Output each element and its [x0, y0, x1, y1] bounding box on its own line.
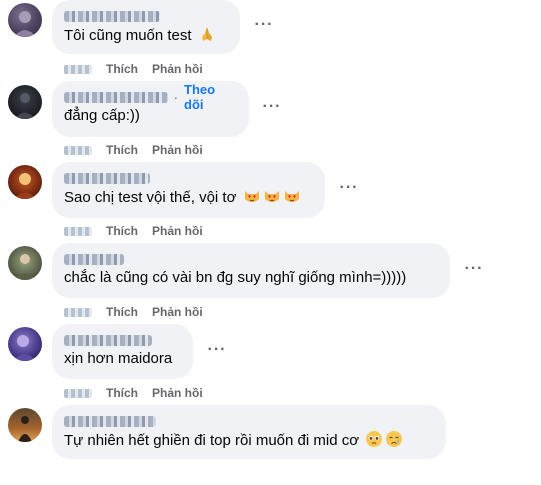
- author-name-blurred[interactable]: [64, 253, 124, 265]
- more-options-button[interactable]: ···: [258, 96, 286, 124]
- comment-text: xịn hơn maidora: [64, 350, 173, 367]
- like-link[interactable]: Thích: [106, 305, 138, 319]
- comment-item: chắc là cũng có vài bn đg suy nghĩ giống…: [0, 243, 541, 323]
- crying-face-icon: [385, 430, 403, 454]
- avatar-image: [14, 254, 36, 280]
- comment-item: xịn hơn maidora ··· Thích Phản hồi: [0, 324, 541, 404]
- heart-eyes-cat-icon: [283, 187, 301, 211]
- author-name-blurred[interactable]: [64, 91, 168, 103]
- avatar[interactable]: [8, 3, 42, 37]
- timestamp-blurred[interactable]: [64, 307, 92, 317]
- avatar[interactable]: [8, 327, 42, 361]
- avatar[interactable]: [8, 408, 42, 442]
- author-name-blurred[interactable]: [64, 10, 160, 22]
- avatar[interactable]: [8, 246, 42, 280]
- more-options-button[interactable]: ···: [460, 258, 488, 286]
- like-link[interactable]: Thích: [106, 62, 138, 76]
- author-line: [64, 250, 438, 268]
- author-name-blurred[interactable]: [64, 172, 150, 184]
- avatar-image: [14, 11, 36, 37]
- timestamp-blurred[interactable]: [64, 64, 92, 74]
- comment-actions: Thích Phản hồi: [64, 223, 203, 239]
- comment-bubble: Tôi cũng muốn test: [52, 0, 240, 54]
- like-link[interactable]: Thích: [106, 143, 138, 157]
- timestamp-blurred[interactable]: [64, 388, 92, 398]
- comment-text: chắc là cũng có vài bn đg suy nghĩ giống…: [64, 269, 407, 286]
- comment-bubble: · Theo dõi đẳng cấp:)): [52, 81, 249, 137]
- avatar-image: [18, 416, 32, 442]
- folded-hands-icon: [198, 25, 216, 49]
- avatar-image: [15, 93, 35, 119]
- comment-text-line: Sao chị test vội thế, vội tơ: [64, 187, 313, 211]
- reply-link[interactable]: Phản hồi: [152, 224, 203, 238]
- comment-text: Tự nhiên hết ghiền đi top rồi muốn đi mi…: [64, 432, 360, 449]
- author-line: · Theo dõi: [64, 82, 237, 112]
- comment-actions: Thích Phản hồi: [64, 304, 203, 320]
- reply-link[interactable]: Phản hồi: [152, 62, 203, 76]
- comment-actions: Thích Phản hồi: [64, 385, 203, 401]
- reply-link[interactable]: Phản hồi: [152, 143, 203, 157]
- comment-bubble: Tự nhiên hết ghiền đi top rồi muốn đi mi…: [52, 405, 446, 459]
- comment-text: Sao chị test vội thế, vội tơ: [64, 189, 237, 206]
- comment-actions: Thích Phản hồi: [64, 142, 203, 158]
- pleading-face-icon: [365, 430, 383, 454]
- author-line: [64, 169, 313, 187]
- comment-item: · Theo dõi đẳng cấp:)) ··· Thích Phản hồ…: [0, 81, 541, 161]
- more-options-button[interactable]: ···: [335, 177, 363, 205]
- reply-link[interactable]: Phản hồi: [152, 305, 203, 319]
- comment-bubble: Sao chị test vội thế, vội tơ: [52, 162, 325, 218]
- timestamp-blurred[interactable]: [64, 226, 92, 236]
- comment-item: Tự nhiên hết ghiền đi top rồi muốn đi mi…: [0, 405, 541, 485]
- author-name-blurred[interactable]: [64, 415, 156, 427]
- avatar[interactable]: [8, 85, 42, 119]
- more-options-button[interactable]: ···: [203, 339, 231, 367]
- comment-bubble: chắc là cũng có vài bn đg suy nghĩ giống…: [52, 243, 450, 298]
- heart-eyes-cat-icon: [243, 187, 261, 211]
- comment-bubble: xịn hơn maidora: [52, 324, 193, 379]
- avatar-image: [14, 335, 36, 361]
- more-options-button[interactable]: ···: [250, 14, 278, 42]
- follow-link[interactable]: Theo dõi: [184, 82, 237, 112]
- separator-dot: ·: [173, 89, 179, 105]
- comment-item: Sao chị test vội thế, vội tơ ··· Thích P…: [0, 162, 541, 242]
- avatar[interactable]: [8, 165, 42, 199]
- comment-item: Tôi cũng muốn test ··· Thích Phản hồi: [0, 0, 541, 80]
- like-link[interactable]: Thích: [106, 224, 138, 238]
- timestamp-blurred[interactable]: [64, 145, 92, 155]
- comment-text: Tôi cũng muốn test: [64, 27, 192, 44]
- author-line: [64, 331, 181, 349]
- author-name-blurred[interactable]: [64, 334, 152, 346]
- comment-text-line: Tôi cũng muốn test: [64, 25, 228, 49]
- like-link[interactable]: Thích: [106, 386, 138, 400]
- comment-actions: Thích Phản hồi: [64, 61, 203, 77]
- author-line: [64, 412, 434, 430]
- comment-text-line: Tự nhiên hết ghiền đi top rồi muốn đi mi…: [64, 430, 434, 454]
- heart-eyes-cat-icon: [263, 187, 281, 211]
- reply-link[interactable]: Phản hồi: [152, 386, 203, 400]
- author-line: [64, 7, 228, 25]
- avatar-image: [14, 173, 36, 199]
